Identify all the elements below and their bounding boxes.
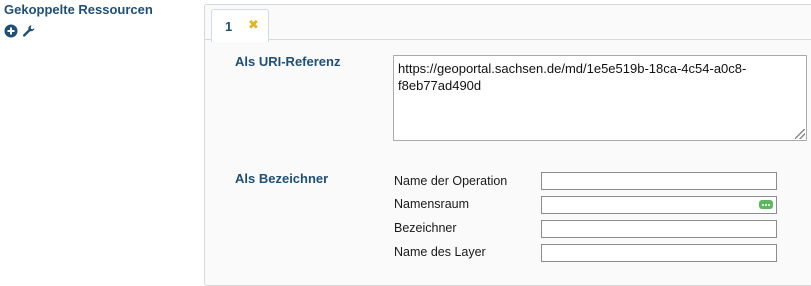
tab-1[interactable]: 1 ✖ <box>211 9 269 42</box>
identifier-label: Als Bezeichner <box>235 171 329 186</box>
namespace-input[interactable] <box>541 196 777 214</box>
uri-textarea[interactable]: https://geoportal.sachsen.de/md/1e5e519b… <box>393 55 807 141</box>
layer-name-input[interactable] <box>541 244 777 262</box>
field-label-namespace: Namensraum <box>394 197 470 211</box>
section-title: Gekoppelte Ressourcen <box>4 2 153 17</box>
field-label-identifier: Bezeichner <box>394 221 457 235</box>
wrench-icon[interactable] <box>22 24 36 38</box>
resource-panel: 1 ✖ Als URI-Referenz https://geoportal.s… <box>204 4 811 286</box>
identifier-input[interactable] <box>541 220 777 238</box>
tab-label: 1 <box>225 19 233 34</box>
field-label-operation: Name der Operation <box>394 174 508 188</box>
more-options-icon[interactable] <box>759 200 773 209</box>
add-circle-icon[interactable] <box>4 24 18 38</box>
operation-name-input[interactable] <box>541 172 777 190</box>
tab-bar: 1 ✖ <box>205 5 811 42</box>
close-icon[interactable]: ✖ <box>248 17 259 33</box>
resize-handle-icon[interactable] <box>795 129 805 139</box>
section-actions <box>4 24 36 38</box>
field-label-layer: Name des Layer <box>394 245 486 259</box>
uri-value: https://geoportal.sachsen.de/md/1e5e519b… <box>398 61 747 93</box>
uri-label: Als URI-Referenz <box>235 54 341 69</box>
